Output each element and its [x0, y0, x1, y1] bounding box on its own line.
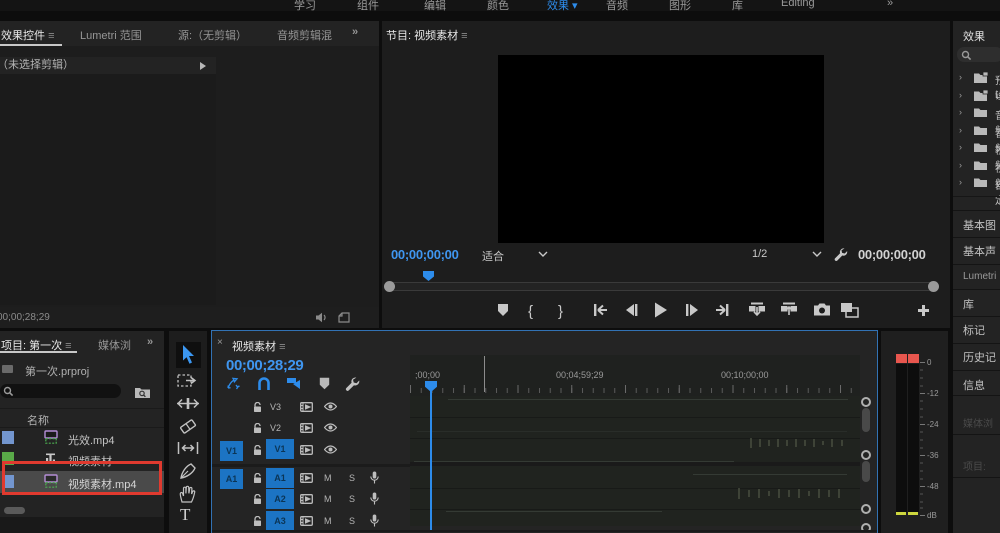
svg-text:{: {: [528, 303, 533, 320]
svg-text:}: }: [558, 303, 563, 320]
